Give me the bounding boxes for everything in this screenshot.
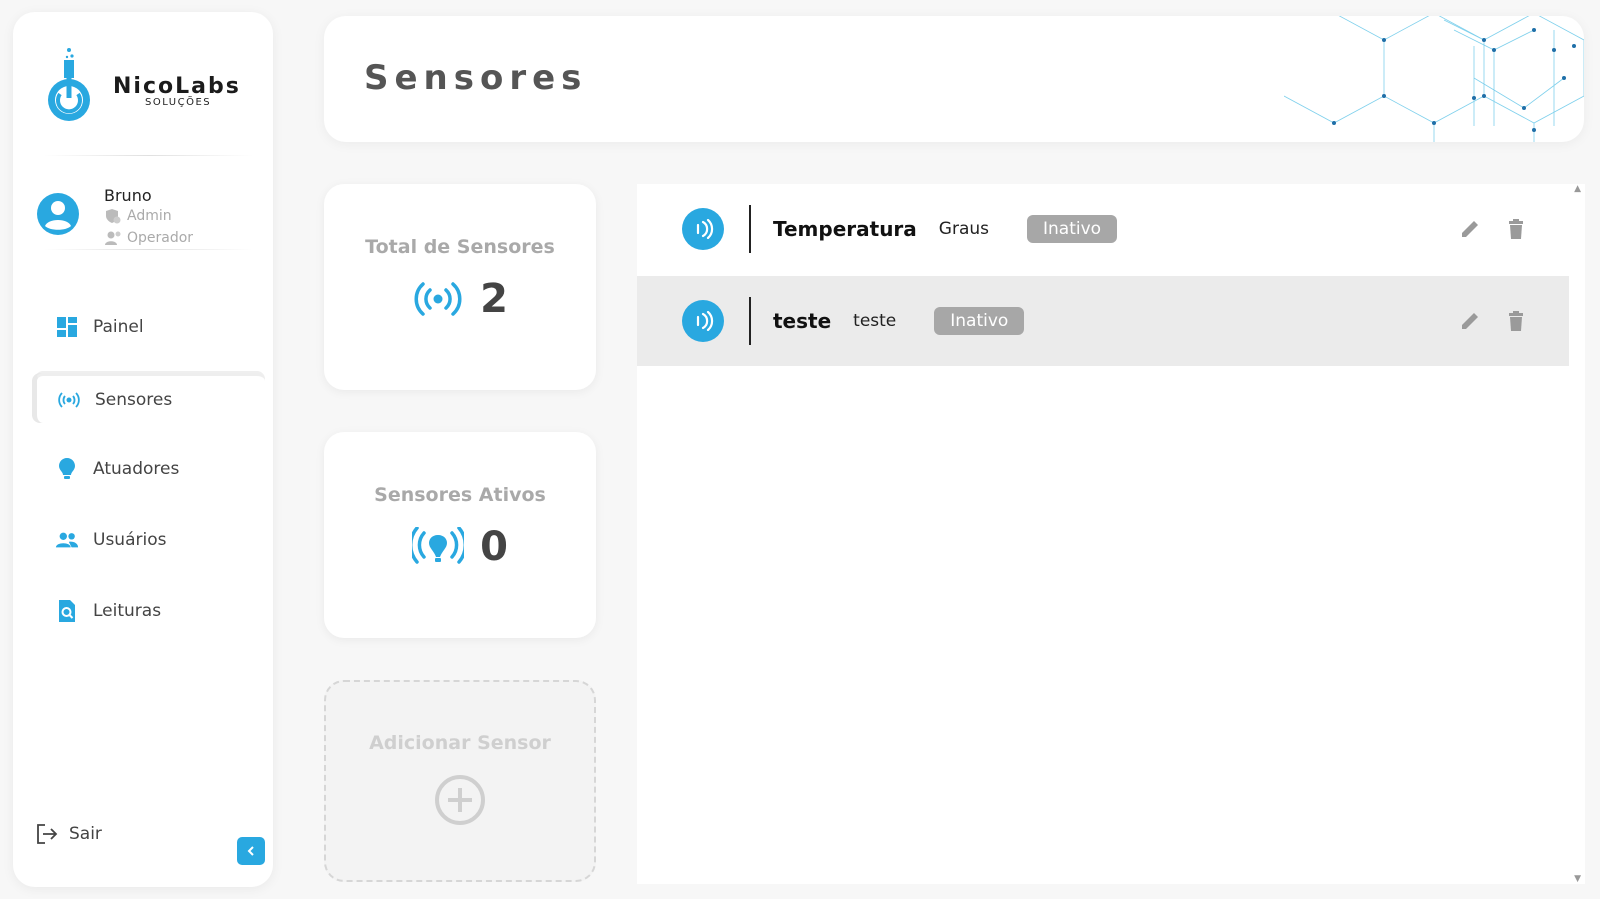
admin-shield-icon <box>106 209 121 224</box>
active-sensors-card: Sensores Ativos 0 <box>324 432 596 638</box>
status-badge: Inativo <box>934 307 1025 335</box>
brand-name: NicoLabs <box>113 74 241 99</box>
list-item[interactable]: teste teste Inativo <box>637 276 1569 366</box>
chevron-left-icon <box>247 846 254 856</box>
dashboard-icon <box>55 315 79 339</box>
trash-icon[interactable] <box>1505 310 1527 332</box>
card-title: Adicionar Sensor <box>369 732 551 754</box>
flask-logo-icon <box>48 48 90 121</box>
page-title: Sensores <box>364 58 588 98</box>
trash-icon[interactable] <box>1505 218 1527 240</box>
logout-icon <box>37 824 58 844</box>
page-header: Sensores <box>324 16 1584 142</box>
readings-icon <box>55 599 79 623</box>
scroll-down-icon[interactable]: ▼ <box>1574 874 1581 884</box>
sensor-unit: teste <box>853 311 897 331</box>
sidebar-nav: Painel Sensores Atuadores Usuários Leitu… <box>35 302 265 657</box>
sidebar-item-leituras[interactable]: Leituras <box>35 586 265 636</box>
sidebar-item-atuadores[interactable]: Atuadores <box>35 444 265 494</box>
scroll-up-icon[interactable]: ▲ <box>1574 184 1581 194</box>
sidebar-item-label: Leituras <box>93 601 162 621</box>
sensor-signal-icon <box>682 300 724 342</box>
sensor-unit: Graus <box>938 219 990 239</box>
avatar-icon <box>37 193 79 235</box>
logout-button[interactable]: Sair <box>35 822 102 846</box>
total-sensors-value: 2 <box>480 276 508 322</box>
users-icon <box>55 528 79 552</box>
operator-icon <box>105 231 121 245</box>
user-name: Bruno <box>104 186 152 205</box>
sidebar-item-label: Sensores <box>95 389 173 410</box>
divider <box>749 205 751 253</box>
user-role-label: Operador <box>127 230 194 246</box>
divider <box>43 249 253 250</box>
user-role-operator: Operador <box>104 229 193 247</box>
hexagon-pattern-icon <box>1284 16 1584 142</box>
sensor-icon <box>57 388 81 412</box>
plus-circle-icon <box>435 775 485 825</box>
card-title: Total de Sensores <box>365 236 555 258</box>
edit-icon[interactable] <box>1459 218 1481 240</box>
logout-label: Sair <box>69 824 102 844</box>
sidebar-item-label: Painel <box>93 317 144 337</box>
sidebar-item-painel[interactable]: Painel <box>35 302 265 352</box>
bulb-icon <box>55 457 79 481</box>
sensor-name: teste <box>773 309 832 333</box>
user-role-label: Admin <box>127 208 172 224</box>
sidebar-item-label: Usuários <box>93 530 167 550</box>
sidebar-item-label: Atuadores <box>93 459 180 479</box>
active-sensors-value: 0 <box>480 524 508 570</box>
collapse-sidebar-button[interactable] <box>237 837 265 865</box>
brand-logo[interactable]: NicoLabs SOLUÇÕES <box>47 42 247 132</box>
divider <box>43 155 253 156</box>
total-sensors-card: Total de Sensores 2 <box>324 184 596 390</box>
card-title: Sensores Ativos <box>374 484 546 506</box>
sidebar: NicoLabs SOLUÇÕES Bruno Admin Operador P… <box>13 12 273 887</box>
add-sensor-button[interactable]: Adicionar Sensor <box>324 680 596 882</box>
sensor-name: Temperatura <box>773 217 917 241</box>
edit-icon[interactable] <box>1459 310 1481 332</box>
sidebar-item-sensores[interactable]: Sensores <box>35 373 265 423</box>
user-role-admin: Admin <box>104 207 172 225</box>
sensor-signal-icon <box>682 208 724 250</box>
user-profile: Bruno Admin Operador <box>36 174 256 254</box>
list-item[interactable]: Temperatura Graus Inativo <box>637 184 1569 274</box>
sidebar-item-usuarios[interactable]: Usuários <box>35 515 265 565</box>
status-badge: Inativo <box>1027 215 1118 243</box>
sensor-list: ▲ Temperatura Graus Inativo teste teste … <box>637 184 1585 884</box>
active-sensor-icon <box>412 527 465 564</box>
divider <box>749 297 751 345</box>
sensor-signal-icon <box>414 282 462 316</box>
